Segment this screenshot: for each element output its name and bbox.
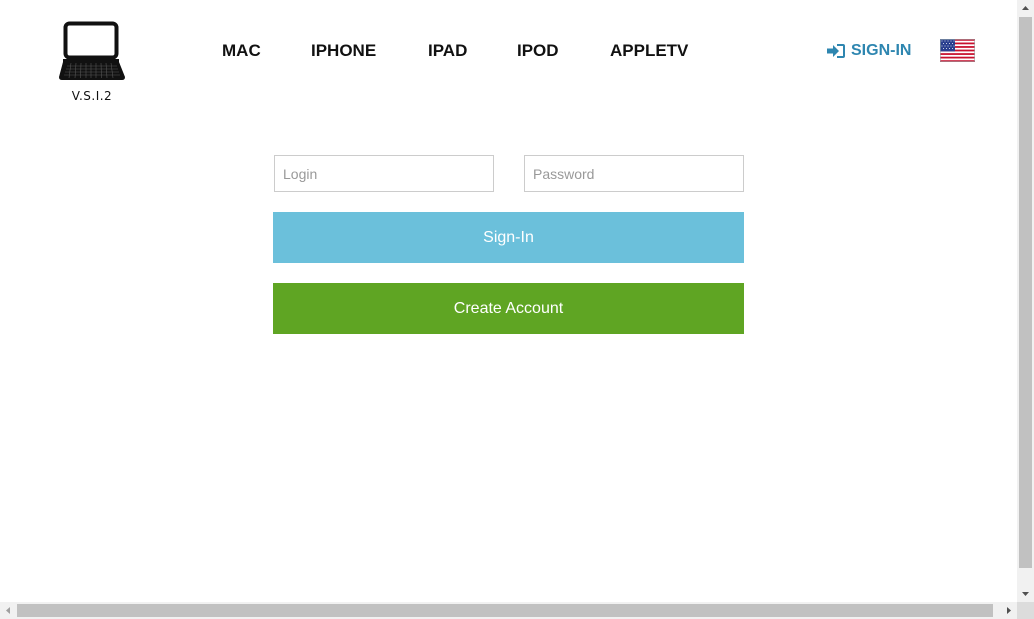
scroll-up-arrow-icon[interactable]: [1017, 0, 1034, 17]
us-flag-icon[interactable]: [940, 39, 975, 62]
scrollbar-corner: [1017, 602, 1034, 619]
nav-item-ipod[interactable]: IPOD: [517, 40, 559, 62]
page: V.S.I.2 MAC IPHONE IPAD IPOD APPLETV SIG…: [0, 0, 1017, 602]
scroll-right-arrow-icon[interactable]: [1000, 602, 1017, 619]
version-label: V.S.I.2: [71, 89, 113, 103]
scroll-left-arrow-icon[interactable]: [0, 602, 17, 619]
nav-item-iphone[interactable]: IPHONE: [311, 40, 376, 62]
login-input[interactable]: [274, 155, 494, 192]
create-account-button[interactable]: Create Account: [273, 283, 744, 334]
nav-item-mac[interactable]: MAC: [222, 40, 261, 62]
signin-button[interactable]: Sign-In: [273, 212, 744, 263]
site-logo[interactable]: V.S.I.2: [59, 21, 125, 105]
nav-item-ipad[interactable]: IPAD: [428, 40, 467, 62]
horizontal-scrollbar[interactable]: [0, 602, 1017, 619]
password-input[interactable]: [524, 155, 744, 192]
horizontal-scroll-thumb[interactable]: [17, 604, 993, 617]
scroll-down-arrow-icon[interactable]: [1017, 585, 1034, 602]
vertical-scroll-thumb[interactable]: [1019, 17, 1032, 568]
header-signin-link[interactable]: SIGN-IN: [826, 40, 911, 62]
laptop-icon: [59, 21, 125, 80]
nav-item-appletv[interactable]: APPLETV: [610, 40, 688, 62]
vertical-scrollbar[interactable]: [1017, 0, 1034, 602]
sign-in-icon: [827, 44, 845, 58]
header-signin-label: SIGN-IN: [851, 42, 912, 59]
